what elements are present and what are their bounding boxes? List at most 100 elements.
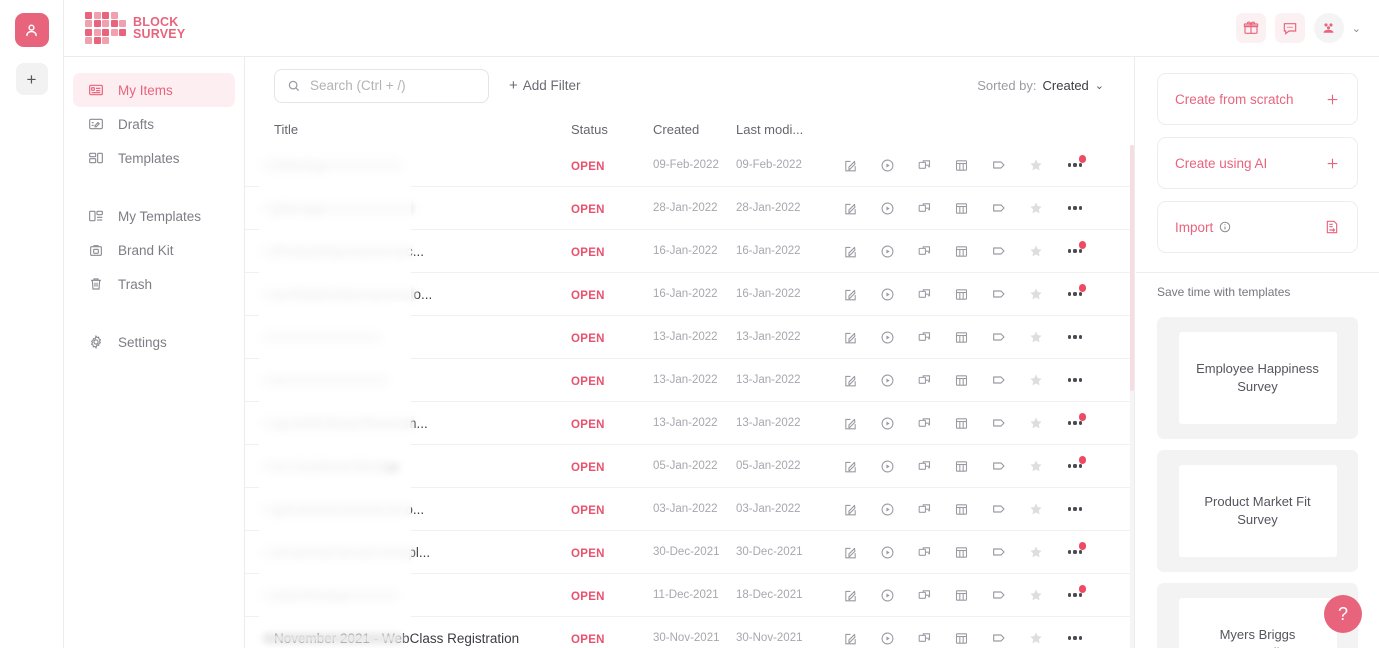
edit-icon[interactable] bbox=[832, 153, 869, 177]
results-table-icon[interactable] bbox=[943, 583, 980, 607]
sidebar-item-brand-kit[interactable]: Brand Kit bbox=[73, 233, 235, 267]
results-table-icon[interactable] bbox=[943, 153, 980, 177]
star-icon[interactable] bbox=[1017, 196, 1054, 220]
help-button[interactable]: ? bbox=[1324, 595, 1362, 633]
results-table-icon[interactable] bbox=[943, 540, 980, 564]
sidebar-item-templates[interactable]: Templates bbox=[73, 141, 235, 175]
tag-icon[interactable] bbox=[980, 282, 1017, 306]
sidebar-item-my-items[interactable]: My Items bbox=[73, 73, 235, 107]
sort-by-control[interactable]: Sorted by: Created ⌄ bbox=[977, 78, 1104, 93]
tag-icon[interactable] bbox=[980, 411, 1017, 435]
results-table-icon[interactable] bbox=[943, 411, 980, 435]
star-icon[interactable] bbox=[1017, 583, 1054, 607]
edit-icon[interactable] bbox=[832, 454, 869, 478]
more-options-icon[interactable] bbox=[1054, 239, 1096, 263]
star-icon[interactable] bbox=[1017, 411, 1054, 435]
star-icon[interactable] bbox=[1017, 325, 1054, 349]
duplicate-icon[interactable] bbox=[906, 626, 943, 648]
results-table-icon[interactable] bbox=[943, 497, 980, 521]
more-options-icon[interactable] bbox=[1054, 368, 1096, 392]
create-from-scratch-button[interactable]: Create from scratch bbox=[1157, 73, 1358, 125]
edit-icon[interactable] bbox=[832, 239, 869, 263]
tag-icon[interactable] bbox=[980, 153, 1017, 177]
publish-play-icon[interactable] bbox=[869, 282, 906, 306]
publish-play-icon[interactable] bbox=[869, 411, 906, 435]
edit-icon[interactable] bbox=[832, 497, 869, 521]
more-options-icon[interactable] bbox=[1054, 454, 1096, 478]
more-options-icon[interactable] bbox=[1054, 583, 1096, 607]
results-table-icon[interactable] bbox=[943, 454, 980, 478]
template-card[interactable]: Employee Happiness Survey bbox=[1157, 317, 1358, 439]
more-options-icon[interactable] bbox=[1054, 626, 1096, 648]
more-options-icon[interactable] bbox=[1054, 196, 1096, 220]
duplicate-icon[interactable] bbox=[906, 368, 943, 392]
add-filter-button[interactable]: + Add Filter bbox=[509, 77, 581, 94]
create-using-ai-button[interactable]: Create using AI bbox=[1157, 137, 1358, 189]
list-scrollbar-thumb[interactable] bbox=[1130, 145, 1134, 391]
results-table-icon[interactable] bbox=[943, 196, 980, 220]
tag-icon[interactable] bbox=[980, 626, 1017, 648]
tag-icon[interactable] bbox=[980, 497, 1017, 521]
feedback-chat-button[interactable] bbox=[1274, 13, 1305, 43]
search-input-wrapper[interactable]: Search (Ctrl + /) bbox=[274, 68, 489, 103]
publish-play-icon[interactable] bbox=[869, 540, 906, 564]
results-table-icon[interactable] bbox=[943, 368, 980, 392]
star-icon[interactable] bbox=[1017, 239, 1054, 263]
edit-icon[interactable] bbox=[832, 540, 869, 564]
import-button[interactable]: Import bbox=[1157, 201, 1358, 253]
blocksurvey-logo[interactable]: BLOCK SURVEY bbox=[85, 11, 185, 45]
more-options-icon[interactable] bbox=[1054, 153, 1096, 177]
more-options-icon[interactable] bbox=[1054, 411, 1096, 435]
results-table-icon[interactable] bbox=[943, 239, 980, 263]
duplicate-icon[interactable] bbox=[906, 239, 943, 263]
sidebar-item-drafts[interactable]: Drafts bbox=[73, 107, 235, 141]
add-workspace-button[interactable]: + bbox=[15, 63, 48, 95]
publish-play-icon[interactable] bbox=[869, 454, 906, 478]
duplicate-icon[interactable] bbox=[906, 153, 943, 177]
star-icon[interactable] bbox=[1017, 153, 1054, 177]
duplicate-icon[interactable] bbox=[906, 540, 943, 564]
results-table-icon[interactable] bbox=[943, 282, 980, 306]
publish-play-icon[interactable] bbox=[869, 196, 906, 220]
tag-icon[interactable] bbox=[980, 239, 1017, 263]
sidebar-item-settings[interactable]: Settings bbox=[73, 325, 235, 359]
more-options-icon[interactable] bbox=[1054, 497, 1096, 521]
publish-play-icon[interactable] bbox=[869, 583, 906, 607]
duplicate-icon[interactable] bbox=[906, 196, 943, 220]
sidebar-item-my-templates[interactable]: My Templates bbox=[73, 199, 235, 233]
tag-icon[interactable] bbox=[980, 454, 1017, 478]
more-options-icon[interactable] bbox=[1054, 325, 1096, 349]
star-icon[interactable] bbox=[1017, 368, 1054, 392]
more-options-icon[interactable] bbox=[1054, 540, 1096, 564]
publish-play-icon[interactable] bbox=[869, 239, 906, 263]
star-icon[interactable] bbox=[1017, 454, 1054, 478]
edit-icon[interactable] bbox=[832, 411, 869, 435]
tag-icon[interactable] bbox=[980, 583, 1017, 607]
info-icon[interactable] bbox=[1219, 221, 1231, 233]
sidebar-item-trash[interactable]: Trash bbox=[73, 267, 235, 301]
duplicate-icon[interactable] bbox=[906, 325, 943, 349]
duplicate-icon[interactable] bbox=[906, 454, 943, 478]
duplicate-icon[interactable] bbox=[906, 411, 943, 435]
search-input[interactable]: Search (Ctrl + /) bbox=[310, 78, 406, 93]
edit-icon[interactable] bbox=[832, 196, 869, 220]
edit-icon[interactable] bbox=[832, 368, 869, 392]
publish-play-icon[interactable] bbox=[869, 153, 906, 177]
duplicate-icon[interactable] bbox=[906, 282, 943, 306]
edit-icon[interactable] bbox=[832, 626, 869, 648]
account-avatar[interactable] bbox=[1313, 13, 1344, 43]
more-options-icon[interactable] bbox=[1054, 282, 1096, 306]
edit-icon[interactable] bbox=[832, 583, 869, 607]
star-icon[interactable] bbox=[1017, 282, 1054, 306]
publish-play-icon[interactable] bbox=[869, 325, 906, 349]
star-icon[interactable] bbox=[1017, 497, 1054, 521]
star-icon[interactable] bbox=[1017, 540, 1054, 564]
template-card[interactable]: Product Market Fit Survey bbox=[1157, 450, 1358, 572]
tag-icon[interactable] bbox=[980, 540, 1017, 564]
publish-play-icon[interactable] bbox=[869, 626, 906, 648]
tag-icon[interactable] bbox=[980, 368, 1017, 392]
duplicate-icon[interactable] bbox=[906, 497, 943, 521]
edit-icon[interactable] bbox=[832, 325, 869, 349]
tag-icon[interactable] bbox=[980, 196, 1017, 220]
star-icon[interactable] bbox=[1017, 626, 1054, 648]
